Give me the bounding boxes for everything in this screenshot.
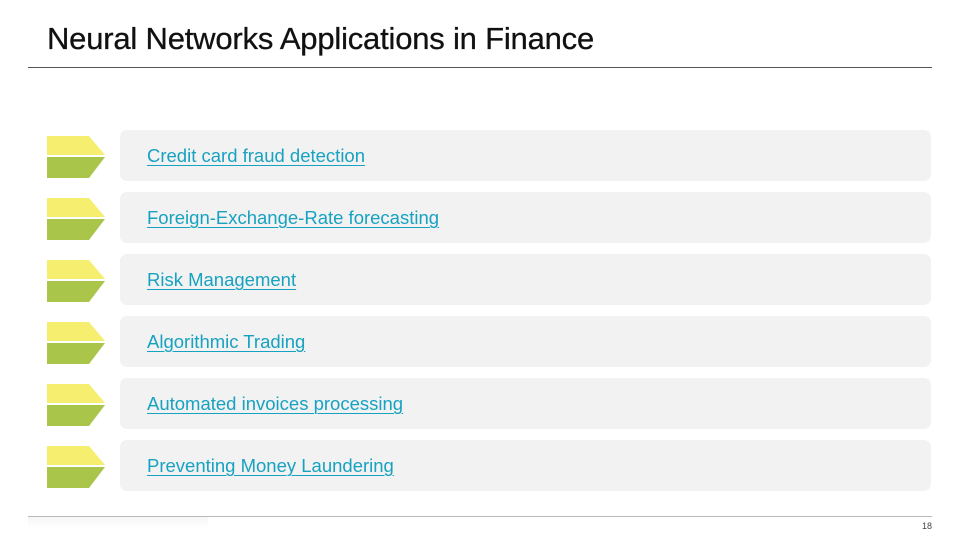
item-card-algorithmic-trading[interactable]: Algorithmic Trading [120,316,931,367]
item-card-fx-forecasting[interactable]: Foreign-Exchange-Rate forecasting [120,192,931,243]
footer-divider [28,516,932,517]
chevron-arrow-icon [47,322,105,364]
list-item: Algorithmic Trading [0,316,960,368]
item-card-money-laundering[interactable]: Preventing Money Laundering [120,440,931,491]
link-preventing-money-laundering[interactable]: Preventing Money Laundering [147,455,394,477]
item-card-automated-invoices[interactable]: Automated invoices processing [120,378,931,429]
slide-title: Neural Networks Applications in Finance [47,21,595,56]
link-automated-invoices-processing[interactable]: Automated invoices processing [147,393,403,415]
list-item: Risk Management [0,254,960,306]
link-algorithmic-trading[interactable]: Algorithmic Trading [147,331,305,353]
chevron-arrow-icon [47,384,105,426]
chevron-arrow-icon [47,260,105,302]
chevron-arrow-icon [47,136,105,178]
title-divider [28,67,932,68]
chevron-arrow-icon [47,446,105,488]
link-risk-management[interactable]: Risk Management [147,269,296,291]
list-item: Preventing Money Laundering [0,440,960,492]
page-number: 18 [921,521,932,531]
list-item: Automated invoices processing [0,378,960,430]
list-item: Credit card fraud detection [0,130,960,182]
item-card-risk-management[interactable]: Risk Management [120,254,931,305]
footer-decoration [28,516,208,528]
chevron-arrow-icon [47,198,105,240]
link-credit-card-fraud-detection[interactable]: Credit card fraud detection [147,145,365,167]
item-card-credit-card-fraud[interactable]: Credit card fraud detection [120,130,931,181]
link-foreign-exchange-rate-forecasting[interactable]: Foreign-Exchange-Rate forecasting [147,207,439,229]
list-item: Foreign-Exchange-Rate forecasting [0,192,960,244]
